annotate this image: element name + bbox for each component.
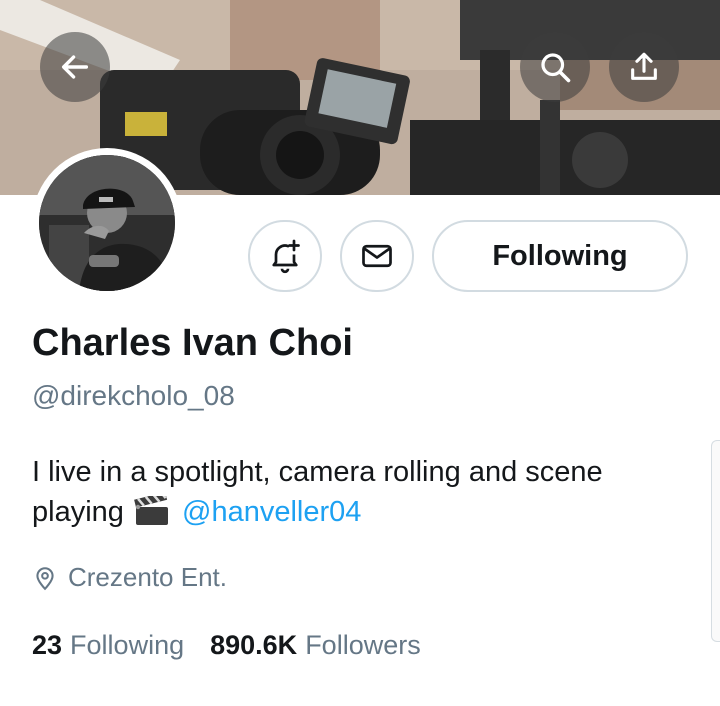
following-button[interactable]: Following xyxy=(432,220,688,292)
followers-count: 890.6K xyxy=(210,630,298,660)
location-pin-icon xyxy=(36,566,54,590)
avatar-image xyxy=(39,155,175,291)
mail-icon xyxy=(362,244,392,268)
followers-stat[interactable]: 890.6K Followers xyxy=(210,630,421,661)
arrow-left-icon xyxy=(61,55,89,79)
message-button[interactable] xyxy=(340,220,414,292)
avatar[interactable] xyxy=(32,148,182,298)
following-stat[interactable]: 23 Following xyxy=(32,630,184,661)
back-button[interactable] xyxy=(40,32,110,102)
followers-label: Followers xyxy=(305,630,421,660)
scroll-edge-tab[interactable] xyxy=(711,440,720,642)
search-icon xyxy=(541,53,571,83)
following-label: Following xyxy=(70,630,185,660)
search-button[interactable] xyxy=(520,32,590,102)
share-icon xyxy=(631,52,657,80)
profile-location: Crezento Ent. xyxy=(32,562,227,593)
location-text: Crezento Ent. xyxy=(68,562,227,592)
share-button[interactable] xyxy=(609,32,679,102)
profile-name: Charles Ivan Choi xyxy=(32,322,353,364)
profile-handle: @direkcholo_08 xyxy=(32,380,235,411)
clapper-board-icon xyxy=(134,491,170,537)
profile-bio: I live in a spotlight, camera rolling an… xyxy=(32,452,692,537)
bell-plus-icon xyxy=(272,239,300,274)
following-count: 23 xyxy=(32,630,63,660)
profile-stats: 23 Following 890.6K Followers xyxy=(32,630,421,661)
bio-mention-link[interactable]: @hanveller04 xyxy=(182,496,361,528)
notifications-button[interactable] xyxy=(248,220,322,292)
